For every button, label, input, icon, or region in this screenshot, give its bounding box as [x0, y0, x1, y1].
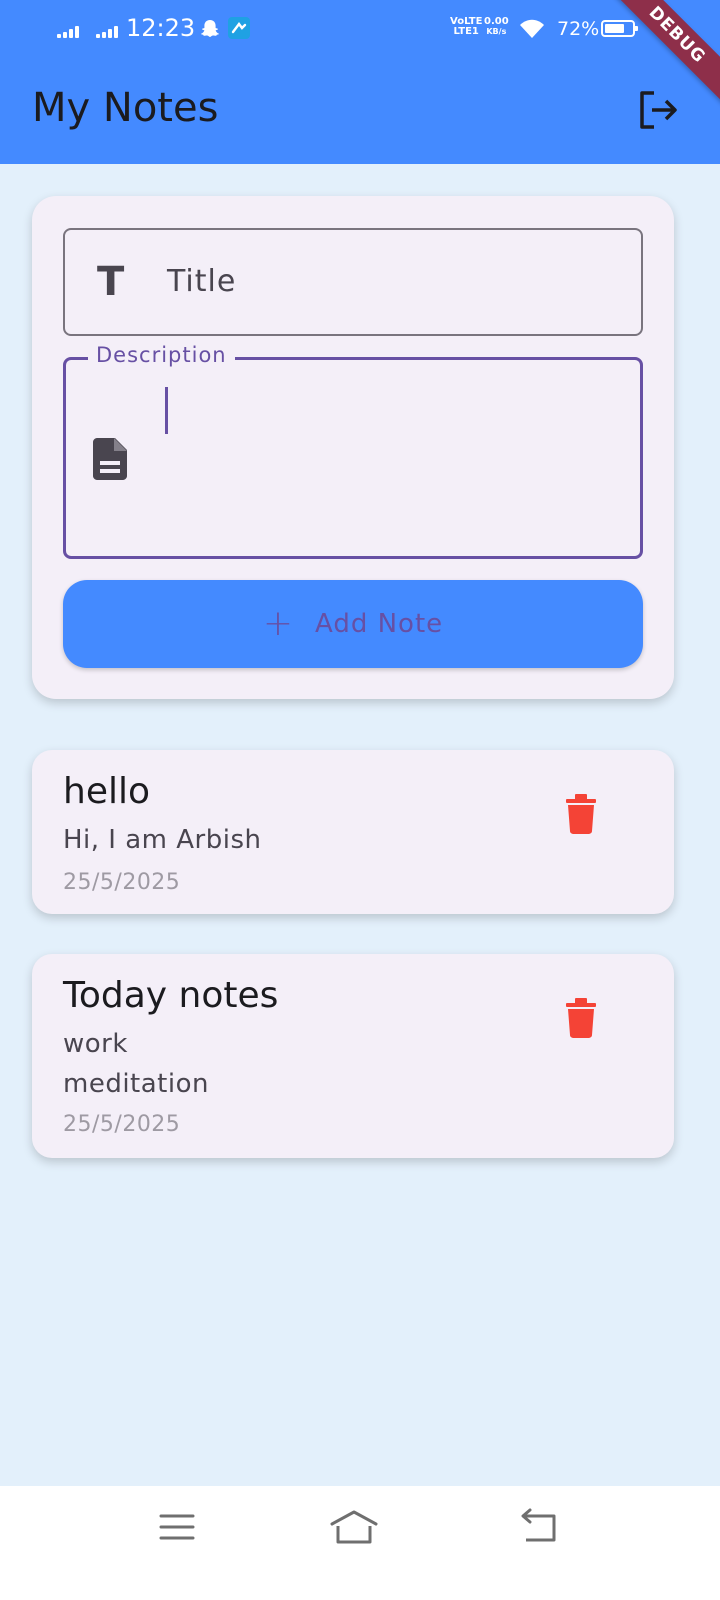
note-title: Today notes [63, 975, 279, 1016]
note-card[interactable]: Today notes work meditation 25/5/2025 [32, 954, 674, 1158]
signal-strength-icon [57, 24, 79, 38]
network-speed: 0.00 KB/s [484, 16, 509, 37]
title-icon: T [97, 259, 125, 305]
plus-icon: + [262, 603, 293, 644]
status-time: 12:23 [126, 14, 196, 42]
snapchat-icon [201, 20, 219, 37]
add-note-label: Add Note [315, 609, 444, 639]
description-label: Description [88, 343, 235, 367]
text-cursor [165, 387, 168, 434]
note-date: 25/5/2025 [63, 870, 181, 895]
network-type-label: VoLTE LTE1 [450, 16, 483, 37]
back-icon[interactable] [508, 1502, 568, 1552]
add-note-button[interactable]: + Add Note [63, 580, 643, 668]
description-input[interactable]: Description [63, 343, 643, 559]
add-note-card: T Title Description + Add Note [32, 196, 674, 699]
system-navigation-bar [0, 1486, 720, 1600]
title-placeholder: Title [167, 264, 237, 299]
app-notification-icon [228, 17, 250, 39]
status-bar: 12:23 VoLTE LTE1 0.00 KB/s 72% [0, 0, 720, 56]
note-title: hello [63, 771, 150, 812]
battery-percentage: 72% [557, 18, 600, 40]
document-icon [93, 438, 127, 480]
home-icon[interactable] [324, 1502, 384, 1552]
page-title: My Notes [32, 85, 219, 131]
signal-strength-2-icon [96, 24, 118, 38]
battery-icon [601, 20, 638, 37]
logout-icon[interactable] [636, 88, 680, 132]
app-bar: 12:23 VoLTE LTE1 0.00 KB/s 72% DEBUG My No… [0, 0, 720, 164]
note-description: work meditation [63, 1029, 209, 1099]
delete-icon[interactable] [565, 998, 597, 1038]
note-date: 25/5/2025 [63, 1112, 181, 1137]
note-card[interactable]: hello Hi, I am Arbish 25/5/2025 [32, 750, 674, 914]
delete-icon[interactable] [565, 794, 597, 834]
note-description: Hi, I am Arbish [63, 825, 262, 855]
title-input[interactable]: T Title [63, 228, 643, 336]
menu-icon[interactable] [147, 1502, 207, 1552]
wifi-icon [520, 19, 544, 38]
